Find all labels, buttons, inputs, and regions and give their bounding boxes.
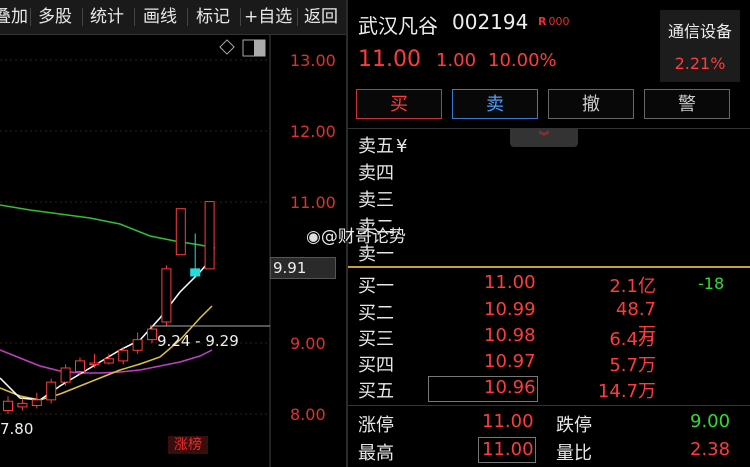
candle-body	[75, 360, 85, 373]
limit-up-value: 11.00	[482, 411, 534, 432]
low-price-label: 7.80	[0, 420, 34, 438]
volume-ratio-value: 2.38	[690, 439, 731, 460]
sell-level-4: 卖四	[358, 163, 394, 184]
volume-ratio-label: 量比	[556, 443, 592, 464]
collapse-orderbook-icon[interactable]: ︾	[510, 129, 578, 147]
buy-level-1-price[interactable]: 11.00	[484, 272, 536, 293]
ma5-line	[0, 257, 213, 401]
buy-level-4-label: 买四	[358, 355, 394, 376]
candle-body	[118, 349, 129, 362]
weibo-icon: ◉	[306, 227, 321, 247]
sell-level-5: 卖五 ¥	[358, 136, 408, 157]
buy-level-5-price[interactable]: 10.96	[484, 377, 536, 398]
price-tick-11: 11.00	[290, 193, 336, 212]
buy-level-1-volume: 2.1亿	[609, 276, 656, 297]
candle-body	[3, 400, 13, 411]
buy-button[interactable]: 买	[356, 89, 442, 119]
orderbook-divider	[348, 266, 750, 268]
candle-body	[31, 399, 42, 407]
candle-body	[60, 367, 71, 383]
kline-chart[interactable]	[0, 0, 346, 467]
sector-name: 通信设备	[667, 22, 732, 41]
sell-button[interactable]: 卖	[452, 89, 538, 119]
buy-level-4-volume: 5.7万	[609, 355, 656, 376]
current-price-marker: 9.91	[270, 257, 336, 279]
price-tick-12: 12.00	[290, 122, 336, 141]
buy-level-2-price[interactable]: 10.99	[484, 299, 536, 320]
stock-code: 002194	[452, 10, 529, 34]
candle-body	[161, 268, 172, 323]
buy-level-5-volume: 14.7万	[597, 381, 656, 402]
alert-button[interactable]: 警	[644, 89, 730, 119]
candle-body	[175, 208, 186, 256]
buy-level-3-label: 买三	[358, 329, 394, 350]
buy-level-3-price[interactable]: 10.98	[484, 325, 536, 346]
price-change: 1.00	[436, 50, 477, 71]
limit-down-value: 9.00	[690, 411, 731, 432]
buy-level-5-label: 买五	[358, 381, 394, 402]
chart-panel-toggle-icon[interactable]	[242, 39, 266, 57]
quote-panel: 武汉凡谷 002194 R 000 11.00 1.00 10.00% 通信设备 …	[348, 0, 750, 467]
candle-body	[132, 339, 143, 351]
limit-down-label: 跌停	[556, 415, 592, 436]
buy-level-2-label: 买二	[358, 303, 394, 324]
buy-level-1-change: -18	[698, 274, 725, 293]
last-price: 11.00	[358, 47, 421, 72]
buy-level-4-price[interactable]: 10.97	[484, 351, 536, 372]
price-tick-8: 8.00	[290, 405, 326, 424]
sector-pct: 2.21%	[674, 54, 726, 73]
price-change-pct: 10.00%	[488, 50, 557, 71]
stock-name: 武汉凡谷	[358, 14, 438, 38]
price-tick-13: 13.00	[290, 51, 336, 70]
candle-body	[46, 381, 57, 401]
candle-body	[147, 328, 157, 341]
candle-body	[204, 201, 215, 270]
cancel-order-button[interactable]: 撤	[548, 89, 634, 119]
r-badge: R 000	[538, 15, 570, 28]
buy-level-3-volume: 6.4万	[609, 329, 656, 350]
high-label: 最高	[358, 443, 394, 464]
buy-level-1-label: 买一	[358, 276, 394, 297]
candle-body	[17, 402, 28, 408]
high-value: 11.00	[482, 439, 534, 460]
candle-body	[103, 358, 114, 364]
chart-settings-icon[interactable]	[219, 39, 235, 55]
price-tick-9: 9.00	[290, 334, 326, 353]
candle-body	[89, 362, 100, 366]
sell-level-3: 卖三	[358, 190, 394, 211]
price-range-label: 9.24 - 9.29	[157, 332, 239, 350]
ma10-line	[0, 305, 213, 401]
weibo-watermark: ◉@财哥论势	[306, 227, 406, 247]
limit-up-tag[interactable]: 涨榜	[168, 436, 208, 454]
candle-body	[190, 268, 201, 277]
sector-box[interactable]: 通信设备 2.21%	[660, 10, 740, 82]
limit-up-label: 涨停	[358, 415, 394, 436]
